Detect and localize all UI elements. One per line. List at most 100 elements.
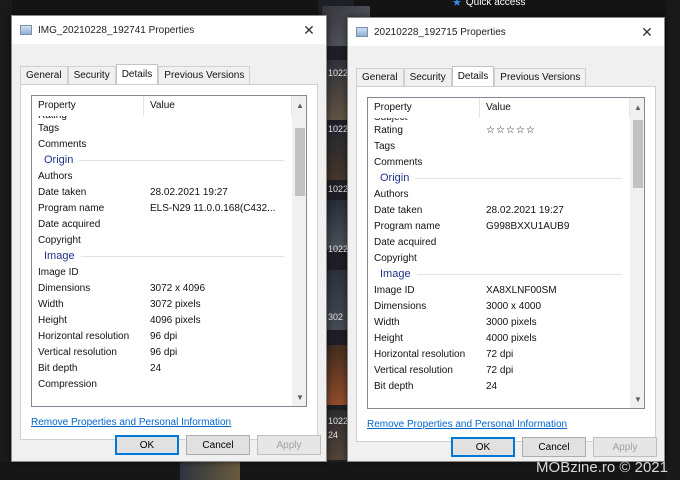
scroll-up-icon[interactable]: ▲ bbox=[631, 100, 644, 114]
tab-security[interactable]: Security bbox=[403, 68, 452, 86]
property-row[interactable]: Comments bbox=[32, 136, 292, 152]
property-name: Compression bbox=[38, 378, 97, 390]
tab-details[interactable]: Details bbox=[451, 66, 495, 86]
property-name: Comments bbox=[374, 156, 423, 168]
property-row[interactable]: Bit depth 24 bbox=[32, 360, 292, 376]
tab-security[interactable]: Security bbox=[67, 66, 116, 84]
group-heading-label: Image bbox=[380, 268, 411, 280]
vertical-scrollbar[interactable]: ▲ ▼ bbox=[292, 96, 306, 406]
property-name: Vertical resolution bbox=[38, 346, 117, 358]
property-row[interactable]: Horizontal resolution 72 dpi bbox=[368, 346, 630, 362]
tab-general[interactable]: General bbox=[20, 66, 68, 84]
cancel-button[interactable]: Cancel bbox=[186, 435, 250, 455]
property-name: Authors bbox=[374, 188, 409, 200]
property-name: Program name bbox=[38, 202, 105, 214]
property-row[interactable]: Program name G998BXXU1AUB9 bbox=[368, 218, 630, 234]
property-row[interactable]: Dimensions 3072 x 4096 bbox=[32, 280, 292, 296]
property-column-header[interactable]: Property bbox=[32, 96, 144, 116]
window-title: IMG_20210228_192741 Properties bbox=[38, 24, 195, 36]
cancel-button[interactable]: Cancel bbox=[522, 437, 586, 457]
property-row[interactable]: Authors bbox=[32, 168, 292, 184]
quick-access-nav-item[interactable]: ★ Quick access bbox=[452, 0, 525, 9]
property-name: Date acquired bbox=[38, 218, 101, 230]
property-value: 24 bbox=[150, 362, 162, 374]
ok-button[interactable]: OK bbox=[451, 437, 515, 457]
property-name: Image ID bbox=[374, 284, 415, 296]
property-row[interactable]: Image ID XA8XLNF00SM bbox=[368, 282, 630, 298]
group-heading-origin: Origin bbox=[32, 152, 292, 168]
properties-dialog-right: 20210228_192715 Properties ✕ General Sec… bbox=[347, 17, 665, 462]
scrollbar-thumb[interactable] bbox=[295, 128, 305, 196]
property-row[interactable]: Compression bbox=[32, 376, 292, 392]
property-row[interactable]: Date taken 28.02.2021 19:27 bbox=[368, 202, 630, 218]
property-column-header[interactable]: Property bbox=[368, 98, 480, 118]
property-name: Vertical resolution bbox=[374, 364, 453, 376]
apply-button[interactable]: Apply bbox=[593, 437, 657, 457]
property-name: Image ID bbox=[38, 266, 79, 278]
properties-list[interactable]: Rating Tags Comments Origin Authors Date take… bbox=[31, 95, 307, 407]
window-title: 20210228_192715 Properties bbox=[374, 26, 506, 38]
property-value: 3072 pixels bbox=[150, 298, 201, 310]
property-row[interactable]: Date acquired bbox=[32, 216, 292, 232]
property-row[interactable]: Vertical resolution 96 dpi bbox=[32, 344, 292, 360]
property-row[interactable]: Tags bbox=[32, 120, 292, 136]
properties-list[interactable]: Subject Rating ☆☆☆☆☆ Tags Comments Origin Auth… bbox=[367, 97, 645, 409]
property-name: Height bbox=[374, 332, 403, 344]
property-row[interactable]: Image ID bbox=[32, 264, 292, 280]
tab-details[interactable]: Details bbox=[115, 64, 159, 84]
property-row[interactable]: Date taken 28.02.2021 19:27 bbox=[32, 184, 292, 200]
property-row[interactable]: Bit depth 24 bbox=[368, 378, 630, 394]
title-bar[interactable]: 20210228_192715 Properties ✕ bbox=[348, 18, 664, 46]
vertical-scrollbar[interactable]: ▲ ▼ bbox=[630, 98, 644, 408]
group-heading-label: Image bbox=[44, 250, 75, 262]
property-name: Horizontal resolution bbox=[38, 330, 130, 342]
scroll-down-icon[interactable]: ▼ bbox=[631, 392, 644, 406]
property-row[interactable]: Rating ☆☆☆☆☆ bbox=[368, 122, 630, 138]
property-row[interactable]: Authors bbox=[368, 186, 630, 202]
group-divider bbox=[415, 177, 622, 179]
property-value: ELS-N29 11.0.0.168(C432... bbox=[150, 202, 276, 214]
group-heading-image: Image bbox=[32, 248, 292, 264]
property-row[interactable]: Copyright bbox=[32, 232, 292, 248]
close-icon: ✕ bbox=[641, 23, 653, 40]
tab-previous-versions[interactable]: Previous Versions bbox=[158, 66, 251, 84]
property-row[interactable]: Date acquired bbox=[368, 234, 630, 250]
photo-thumbnail[interactable] bbox=[180, 462, 240, 480]
ok-button[interactable]: OK bbox=[115, 435, 179, 455]
group-heading-origin: Origin bbox=[368, 170, 630, 186]
tab-previous-versions[interactable]: Previous Versions bbox=[494, 68, 587, 86]
properties-rows: Subject Rating ☆☆☆☆☆ Tags Comments Origin Auth… bbox=[368, 98, 630, 408]
property-row[interactable]: Comments bbox=[368, 154, 630, 170]
property-row[interactable]: Tags bbox=[368, 138, 630, 154]
remove-properties-link[interactable]: Remove Properties and Personal Informati… bbox=[367, 419, 567, 430]
value-column-header[interactable]: Value bbox=[144, 96, 292, 116]
tab-general[interactable]: General bbox=[356, 68, 404, 86]
close-button[interactable]: ✕ bbox=[298, 20, 320, 40]
scroll-down-icon[interactable]: ▼ bbox=[293, 390, 306, 404]
property-row[interactable]: Program name ELS-N29 11.0.0.168(C432... bbox=[32, 200, 292, 216]
thumbnail-label: 1022 bbox=[328, 124, 349, 134]
title-bar[interactable]: IMG_20210228_192741 Properties ✕ bbox=[12, 16, 326, 44]
property-value: 72 dpi bbox=[486, 364, 514, 376]
property-row[interactable]: Vertical resolution 72 dpi bbox=[368, 362, 630, 378]
property-row[interactable]: Copyright bbox=[368, 250, 630, 266]
property-value: 28.02.2021 19:27 bbox=[486, 204, 564, 216]
scroll-up-icon[interactable]: ▲ bbox=[293, 98, 306, 112]
close-button[interactable]: ✕ bbox=[636, 22, 658, 42]
property-row[interactable]: Horizontal resolution 96 dpi bbox=[32, 328, 292, 344]
value-column-header[interactable]: Value bbox=[480, 98, 630, 118]
scrollbar-thumb[interactable] bbox=[633, 120, 643, 188]
property-value: 96 dpi bbox=[150, 346, 178, 358]
property-row[interactable]: Width 3000 pixels bbox=[368, 314, 630, 330]
list-header: Property Value bbox=[32, 96, 292, 116]
property-row[interactable]: Height 4000 pixels bbox=[368, 330, 630, 346]
property-row[interactable]: Height 4096 pixels bbox=[32, 312, 292, 328]
remove-properties-link[interactable]: Remove Properties and Personal Informati… bbox=[31, 417, 231, 428]
property-row[interactable]: Width 3072 pixels bbox=[32, 296, 292, 312]
apply-button[interactable]: Apply bbox=[257, 435, 321, 455]
rating-stars[interactable]: ☆☆☆☆☆ bbox=[480, 125, 630, 136]
property-row[interactable]: Dimensions 3000 x 4000 bbox=[368, 298, 630, 314]
details-panel: Subject Rating ☆☆☆☆☆ Tags Comments Origin Auth… bbox=[356, 86, 656, 442]
details-panel: Rating Tags Comments Origin Authors Date take… bbox=[20, 84, 318, 440]
property-value: G998BXXU1AUB9 bbox=[486, 220, 570, 232]
